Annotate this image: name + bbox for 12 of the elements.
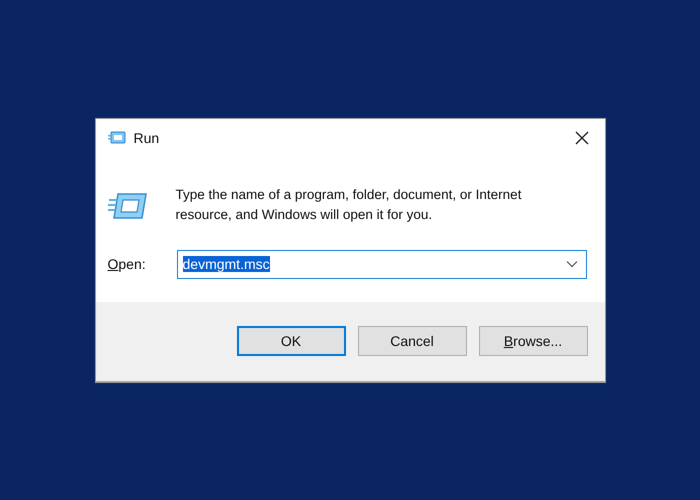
command-text: devmgmt.msc xyxy=(182,256,270,272)
run-icon xyxy=(108,190,148,220)
instruction-text: Type the name of a program, folder, document, or Internet resource, and Windows will open it for you. xyxy=(176,186,522,224)
close-icon xyxy=(574,130,588,144)
ok-button[interactable]: OK xyxy=(236,326,346,356)
run-icon xyxy=(108,130,126,144)
window-title: Run xyxy=(134,130,160,146)
open-combobox[interactable]: devmgmt.msc xyxy=(176,250,586,278)
browse-button[interactable]: Browse... xyxy=(478,326,588,356)
dropdown-icon[interactable] xyxy=(566,260,578,268)
cancel-button[interactable]: Cancel xyxy=(358,326,466,356)
open-label: Open: xyxy=(108,256,147,272)
